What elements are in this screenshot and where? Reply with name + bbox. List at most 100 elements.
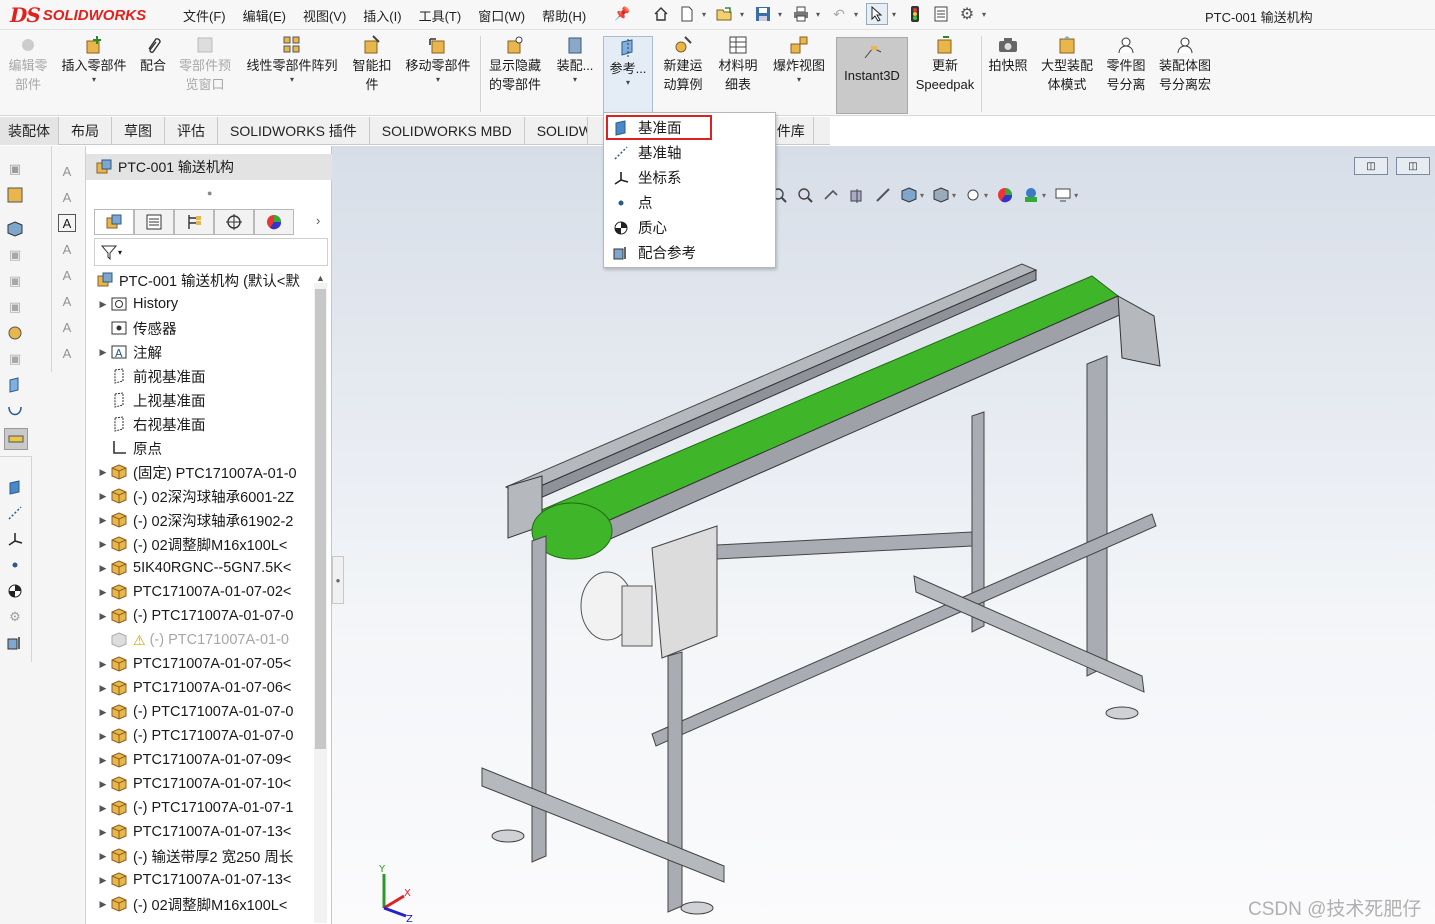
expand-arrow-icon[interactable]: ▶ [96,491,110,502]
mate-reference-icon[interactable] [6,634,24,652]
view-settings-icon[interactable] [1054,186,1072,204]
hide-show-caret-icon[interactable]: ▾ [984,191,988,200]
tree-item[interactable]: 前视基准面 [96,364,324,388]
menu-file[interactable]: 文件(F) [183,6,226,25]
axis-icon[interactable] [6,504,24,522]
annotation-tool-icon[interactable]: A [58,188,76,206]
menu-window[interactable]: 窗口(W) [478,6,525,25]
show-hidden-components-button[interactable]: 显示隐藏 的零部件 [484,34,546,94]
expand-arrow-icon[interactable]: ▶ [96,347,110,358]
display-style-icon[interactable] [932,186,950,204]
menu-item-mate-reference[interactable]: 配合参考 [604,240,775,265]
expand-arrow-icon[interactable]: ▶ [96,659,110,670]
tree-item[interactable]: ▶ PTC171007A-01-07-13< [96,868,324,892]
tree-item[interactable]: ▶ (-) 02深沟球轴承61902-2 [96,508,324,532]
pattern-tool-icon[interactable]: ▣ [6,350,24,368]
menu-tools[interactable]: 工具(T) [419,6,462,25]
save-caret-icon[interactable]: ▾ [778,10,786,19]
expand-arrow-icon[interactable]: ▶ [96,755,110,766]
expand-arrow-icon[interactable]: ▶ [96,611,110,622]
tree-item[interactable]: ▶ PTC171007A-01-07-06< [96,676,324,700]
tree-item[interactable]: ▶ (-) 02调整脚M16x100L< [96,892,324,916]
tree-item[interactable]: ▶ (-) PTC171007A-01-07-0 [96,604,324,628]
snapshot-button[interactable]: 拍快照 [985,34,1031,75]
part-cube-icon[interactable] [6,220,24,238]
menu-view[interactable]: 视图(V) [303,6,346,25]
annotation-tool-icon[interactable]: A [58,344,76,362]
annotation-tool-icon[interactable]: A [58,318,76,336]
tab-feature-tree[interactable] [94,209,134,235]
solidworks-logo[interactable]: DS SOLIDWORKS [10,1,146,29]
feature-manager-header[interactable]: PTC-001 输送机构 [86,154,332,180]
point-icon[interactable] [6,556,24,574]
hide-show-items-icon[interactable] [964,186,982,204]
expand-arrow-icon[interactable]: ▶ [96,299,110,310]
tree-filter[interactable]: ▾ [94,238,328,266]
tree-item[interactable]: ▶ PTC171007A-01-07-02< [96,580,324,604]
reference-geometry-caret-icon[interactable]: ▾ [626,78,630,88]
annotation-tool-icon[interactable]: A [58,266,76,284]
component-properties-icon[interactable] [6,186,24,204]
insert-components-button[interactable]: 插入零部件 ▾ [57,34,131,85]
panel-collapse-handle[interactable]: ● [332,556,344,604]
tree-item[interactable]: ⚠ (-) PTC171007A-01-0 [96,628,324,652]
expand-arrow-icon[interactable]: ▶ [96,899,110,910]
assembly-features-caret-icon[interactable]: ▾ [573,75,577,85]
home-icon[interactable] [650,3,672,25]
expand-arrow-icon[interactable]: ▶ [96,731,110,742]
reference-tool-icon[interactable] [6,376,24,394]
previous-view-icon[interactable] [822,186,840,204]
tree-item[interactable]: ▶ PTC171007A-01-07-09< [96,748,324,772]
view-settings-caret-icon[interactable]: ▾ [1074,191,1078,200]
linear-pattern-button[interactable]: 线性零部件阵列 ▾ [240,34,344,85]
select-caret-icon[interactable]: ▾ [892,10,900,19]
traffic-light-icon[interactable] [904,3,926,25]
view-orientation-icon[interactable] [900,186,918,204]
pin-menu-icon[interactable]: 📌 [614,6,630,22]
smart-fasteners-button[interactable]: 智能扣 件 [349,34,395,94]
large-assembly-mode-button[interactable]: 大型装配 体模式 [1036,34,1098,94]
splitter-handle[interactable]: ● [207,188,212,198]
tab-assembly[interactable]: 装配体 [0,117,59,145]
tab-layout[interactable]: 布局 [59,117,112,145]
tree-item[interactable]: ▶ (-) 输送带厚2 宽250 周长 [96,844,324,868]
undo-icon[interactable]: ↶ [828,3,850,25]
select-cursor-icon[interactable] [866,3,888,25]
menu-help[interactable]: 帮助(H) [542,6,586,25]
section-view-icon[interactable] [848,186,866,204]
instant3d-toggle[interactable]: Instant3D [836,37,908,114]
plane-icon[interactable] [6,478,24,496]
options-caret-icon[interactable]: ▾ [982,10,990,19]
exploded-view-caret-icon[interactable]: ▾ [797,75,801,85]
disabled-tool-icon[interactable]: ▣ [6,246,24,264]
tree-item[interactable]: ▶ PTC171007A-01-07-10< [96,772,324,796]
tree-item[interactable]: 传感器 [96,316,324,340]
menu-insert[interactable]: 插入(I) [363,6,401,25]
annotation-tool-icon[interactable]: A [58,162,76,180]
maximize-window-icon[interactable]: ◫ [1396,157,1430,175]
tree-item[interactable]: ▶ PTC171007A-01-07-13< [96,820,324,844]
tree-item[interactable]: ▶ History [96,292,324,316]
move-component-button[interactable]: 移动零部件 ▾ [401,34,475,85]
text-annotation-icon[interactable]: A [58,214,76,232]
menu-item-axis[interactable]: 基准轴 [604,140,775,165]
menu-item-coordinate-system[interactable]: 坐标系 [604,165,775,190]
tree-item[interactable]: ▶ PTC171007A-01-07-05< [96,652,324,676]
expand-arrow-icon[interactable]: ▶ [96,827,110,838]
component-preview-button[interactable]: 零部件预 览窗口 [174,34,236,94]
file-properties-icon[interactable] [930,3,952,25]
new-document-icon[interactable] [676,3,698,25]
part-number-separate-button[interactable]: 零件图 号分离 [1102,34,1150,94]
new-caret-icon[interactable]: ▾ [702,10,710,19]
disabled-tool-icon[interactable]: ▣ [6,272,24,290]
tab-sketch[interactable]: 草图 [112,117,165,145]
open-caret-icon[interactable]: ▾ [740,10,748,19]
tree-item[interactable]: ▶ (-) PTC171007A-01-07-0 [96,724,324,748]
annotation-tool-icon[interactable]: A [58,292,76,310]
tree-item[interactable]: ▶ 5IK40RGNC--5GN7.5K< [96,556,324,580]
more-tabs-chevron-icon[interactable]: › [316,213,320,228]
tree-item[interactable]: ▶ (-) 02深沟球轴承6001-2Z [96,484,324,508]
expand-arrow-icon[interactable]: ▶ [96,683,110,694]
tree-item[interactable]: 上视基准面 [96,388,324,412]
expand-arrow-icon[interactable]: ▶ [96,539,110,550]
